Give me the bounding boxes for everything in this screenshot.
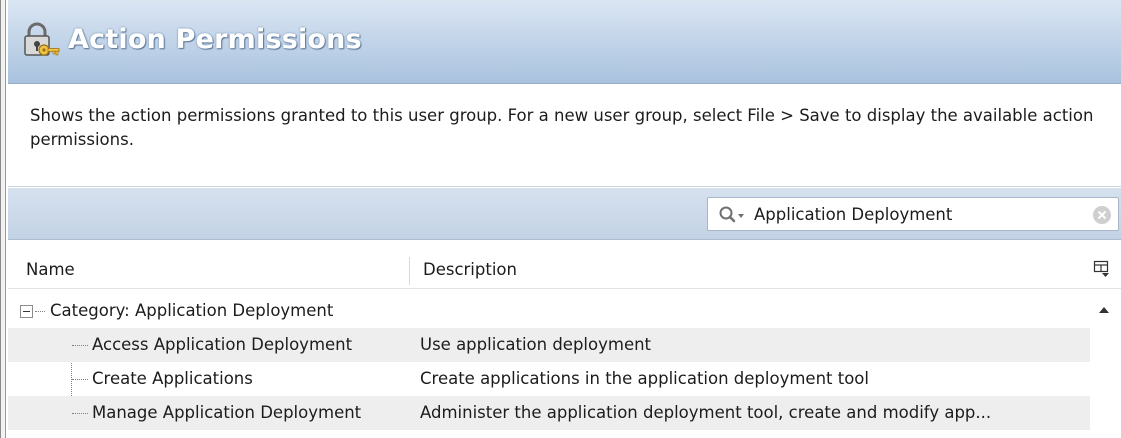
description-text: Shows the action permissions granted to …: [30, 106, 1094, 149]
vertical-scrollbar[interactable]: [1090, 294, 1121, 438]
category-label: Category: Application Deployment: [50, 301, 334, 320]
column-divider[interactable]: [409, 257, 410, 285]
clear-icon[interactable]: [1092, 205, 1112, 225]
tree-connector: [35, 311, 45, 312]
permission-description: Create applications in the application d…: [420, 369, 869, 388]
permission-description: Use application deployment: [420, 335, 652, 354]
table-row[interactable]: Manage Application Deployment Administer…: [8, 396, 1090, 430]
permission-name: Manage Application Deployment: [92, 403, 362, 422]
filter-toolbar: [8, 188, 1121, 240]
collapse-icon[interactable]: [20, 305, 33, 318]
category-row[interactable]: Category: Application Deployment: [8, 294, 1090, 328]
permission-name: Access Application Deployment: [92, 335, 353, 354]
column-chooser-icon[interactable]: [1093, 260, 1111, 278]
search-box[interactable]: [707, 197, 1119, 231]
search-input[interactable]: [754, 203, 1074, 225]
grid-header: Name Description: [8, 251, 1121, 289]
action-permissions-panel: Action Permissions Shows the action perm…: [0, 0, 1121, 438]
tree-connector: [72, 379, 88, 380]
panel-header: Action Permissions: [8, 0, 1121, 84]
search-icon[interactable]: [718, 205, 746, 225]
page-title: Action Permissions: [68, 24, 362, 55]
tree-connector: [72, 413, 88, 414]
permission-description: Administer the application deployment to…: [420, 403, 992, 422]
column-header-name[interactable]: Name: [26, 251, 75, 289]
tree-connector: [72, 345, 88, 346]
permissions-grid: Category: Application Deployment Access …: [8, 294, 1121, 438]
column-header-description[interactable]: Description: [423, 251, 517, 289]
scroll-up-icon[interactable]: [1099, 307, 1109, 313]
table-row[interactable]: Create Applications Create applications …: [8, 362, 1090, 396]
keys-lock-icon: [22, 22, 60, 62]
permission-name: Create Applications: [92, 369, 253, 388]
window-left-border: [0, 0, 8, 438]
table-row[interactable]: Access Application Deployment Use applic…: [8, 328, 1090, 362]
description-panel: Shows the action permissions granted to …: [8, 85, 1121, 187]
